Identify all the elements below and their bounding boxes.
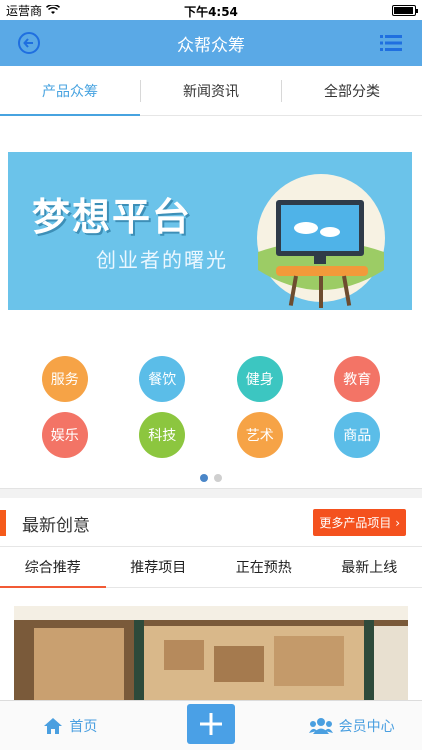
category-fitness[interactable]: 健身 [236, 356, 283, 402]
section-title: 最新创意 [22, 515, 90, 536]
nav-bar: 众帮众筹 [0, 20, 422, 66]
shop-photo [14, 606, 408, 706]
tab-home[interactable]: 首页 [0, 716, 141, 736]
page-dot[interactable] [214, 474, 222, 482]
plus-icon [200, 712, 222, 735]
page-title: 众帮众筹 [177, 35, 245, 56]
list-menu-icon[interactable] [380, 34, 402, 52]
category-tech[interactable]: 科技 [139, 412, 186, 458]
tab-member-label: 会员中心 [338, 718, 395, 735]
category-entertainment[interactable]: 娱乐 [41, 412, 88, 458]
subtab-featured[interactable]: 推荐项目 [106, 547, 212, 587]
bottom-tab-bar: 首页 会员中心 [0, 700, 422, 750]
category-education[interactable]: 教育 [334, 356, 381, 402]
top-tabs: 产品众筹 新闻资讯 全部分类 [0, 66, 422, 116]
back-button[interactable] [18, 32, 40, 54]
tab-member-center[interactable]: 会员中心 [281, 716, 422, 736]
sub-tabs: 综合推荐 推荐项目 正在预热 最新上线 [0, 546, 422, 588]
add-button[interactable] [187, 703, 235, 744]
project-image[interactable] [14, 606, 408, 706]
section-header: 最新创意 更多产品项目 › [0, 500, 422, 546]
monitor-illustration [257, 174, 385, 308]
subtab-preheating[interactable]: 正在预热 [211, 547, 317, 587]
subtab-recommended[interactable]: 综合推荐 [0, 547, 106, 588]
status-time: 下午4:54 [184, 5, 238, 19]
tab-news[interactable]: 新闻资讯 [141, 66, 281, 115]
section-divider [0, 488, 422, 498]
category-food[interactable]: 餐饮 [139, 356, 186, 402]
status-bar: 运营商 下午4:54 [0, 0, 422, 20]
category-art[interactable]: 艺术 [236, 412, 283, 458]
category-row: 服务 餐饮 健身 教育 [0, 356, 422, 402]
subtab-newest[interactable]: 最新上线 [317, 547, 422, 587]
category-goods[interactable]: 商品 [334, 412, 381, 458]
promo-banner[interactable]: 梦想平台 创业者的曙光 [8, 152, 412, 310]
tab-product-crowdfunding[interactable]: 产品众筹 [0, 66, 140, 116]
category-grid: 服务 餐饮 健身 教育 娱乐 科技 艺术 商品 [0, 356, 422, 468]
category-service[interactable]: 服务 [41, 356, 88, 402]
page-dot-active[interactable] [200, 474, 208, 482]
section-marker [0, 510, 6, 536]
page-indicator[interactable] [0, 474, 422, 482]
category-row: 娱乐 科技 艺术 商品 [0, 412, 422, 458]
users-icon [308, 717, 333, 734]
banner-subtitle: 创业者的曙光 [96, 248, 228, 272]
tab-home-label: 首页 [69, 718, 98, 735]
tab-all-categories[interactable]: 全部分类 [282, 66, 422, 115]
arrow-left-icon [23, 38, 33, 48]
banner-title: 梦想平台 [32, 195, 193, 239]
more-products-button[interactable]: 更多产品项目 › [313, 509, 406, 536]
home-icon [44, 717, 63, 734]
battery-icon [392, 4, 418, 16]
tab-add[interactable] [141, 703, 282, 744]
